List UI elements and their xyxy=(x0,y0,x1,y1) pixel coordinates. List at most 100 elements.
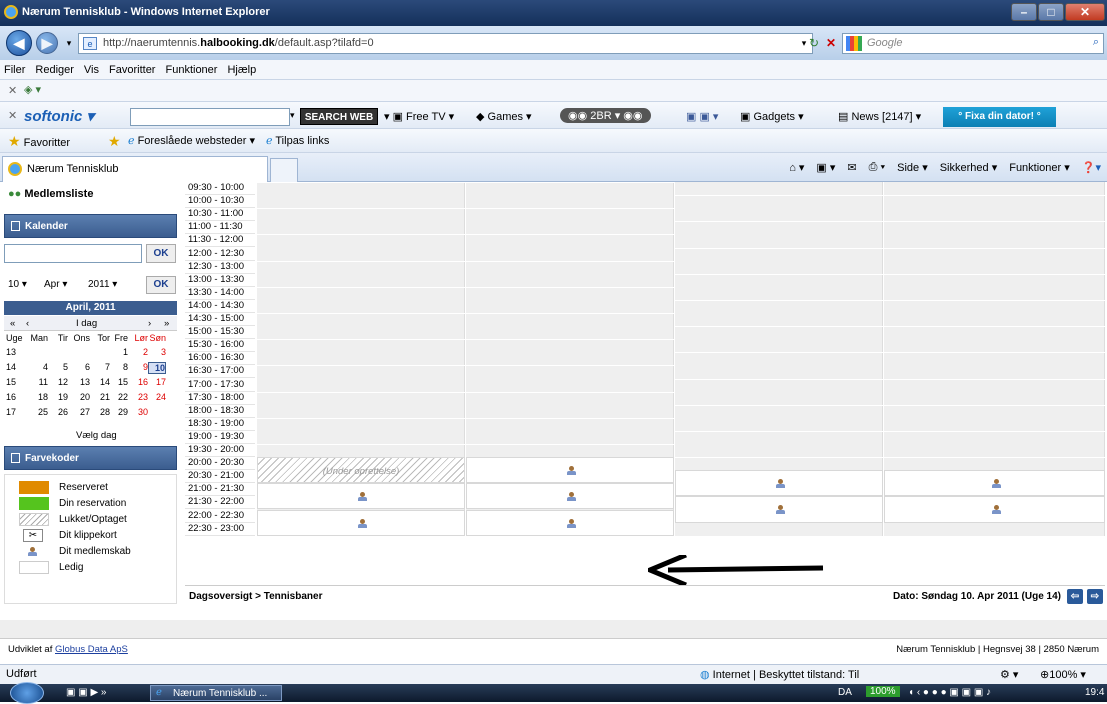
menu-favoritter[interactable]: Favoritter xyxy=(109,64,155,79)
back-button[interactable]: ◀ xyxy=(6,30,32,56)
social-icons[interactable]: ▣ ▣ ▾ xyxy=(686,110,718,123)
close-toolbar-icon[interactable]: ✕ xyxy=(8,84,17,97)
calendar-day[interactable]: 27 xyxy=(68,407,90,417)
search-input[interactable]: Google ⌕ xyxy=(842,33,1104,54)
menu-hjaelp[interactable]: Hjælp xyxy=(227,64,256,79)
next-day-button[interactable]: ⇨ xyxy=(1087,589,1103,604)
calendar-day[interactable]: 10 xyxy=(148,362,166,374)
calendar-day[interactable]: 22 xyxy=(110,392,128,402)
search-icon[interactable]: ⌕ xyxy=(1093,36,1099,49)
zoom-control[interactable]: ⊕100% ▾ xyxy=(1040,668,1086,681)
calendar-day[interactable]: 15 xyxy=(110,377,128,387)
menu-rediger[interactable]: Rediger xyxy=(35,64,74,79)
calendar-day[interactable]: 9 xyxy=(128,362,148,372)
calendar-day[interactable]: 29 xyxy=(110,407,128,417)
member-booking-slot[interactable] xyxy=(466,457,674,484)
calendar-day[interactable]: 4 xyxy=(28,362,48,372)
print-icon[interactable]: ⎙ ▾ xyxy=(869,161,885,174)
new-tab-button[interactable] xyxy=(270,158,298,182)
calendar-day[interactable]: 17 xyxy=(148,377,166,387)
calendar-day[interactable]: 16 xyxy=(128,377,148,387)
month-select[interactable]: Apr ▾ xyxy=(44,279,67,290)
calendar-day[interactable]: 20 xyxy=(68,392,90,402)
protected-mode-icon[interactable]: ⚙ ▾ xyxy=(1000,668,1018,681)
calendar-day[interactable]: 2 xyxy=(128,347,148,357)
radio-player[interactable]: ◉◉ 2BR ▾ ◉◉ xyxy=(560,108,651,123)
day-select[interactable]: 10 ▾ xyxy=(8,279,27,290)
tray-zoom[interactable]: 100% xyxy=(866,686,900,697)
history-dropdown-icon[interactable]: ▾ xyxy=(60,34,78,52)
fixa-button[interactable]: ° Fixa din dator! ° xyxy=(943,107,1056,127)
tray-icons[interactable]: ◖ ‹ ● ● ● ▣ ▣ ▣ ♪ xyxy=(908,687,991,698)
safety-menu[interactable]: Sikkerhed ▾ xyxy=(940,161,998,174)
menu-funktioner[interactable]: Funktioner xyxy=(165,64,217,79)
calendar-day[interactable]: 19 xyxy=(48,392,68,402)
calendar-day[interactable]: 24 xyxy=(148,392,166,402)
member-booking-slot[interactable] xyxy=(257,509,465,536)
calendar-day[interactable]: 7 xyxy=(90,362,110,372)
forward-button[interactable]: ▶ xyxy=(36,32,58,54)
search-web-button[interactable]: SEARCH WEB xyxy=(300,108,378,125)
member-booking-slot[interactable] xyxy=(675,470,883,497)
member-booking-slot[interactable] xyxy=(675,496,883,523)
refresh-icon[interactable]: ↻ xyxy=(805,34,823,52)
addon-icon[interactable]: ◈ ▾ xyxy=(24,83,41,96)
member-booking-slot[interactable] xyxy=(257,483,465,510)
calendar-day[interactable]: 26 xyxy=(48,407,68,417)
mail-icon[interactable]: ✉ xyxy=(847,161,856,174)
close-button[interactable]: ✕ xyxy=(1065,3,1105,21)
calendar-day[interactable]: 18 xyxy=(28,392,48,402)
menu-filer[interactable]: Filer xyxy=(4,64,25,79)
calendar-day[interactable]: 11 xyxy=(28,377,48,387)
menu-vis[interactable]: Vis xyxy=(84,64,99,79)
calendar-day[interactable]: 12 xyxy=(48,377,68,387)
globus-link[interactable]: Globus Data ApS xyxy=(55,644,128,655)
toolbar-search-input[interactable] xyxy=(130,108,290,126)
month-ok-button[interactable]: OK xyxy=(146,276,176,294)
calendar-day[interactable]: 14 xyxy=(90,377,110,387)
taskbar-task[interactable]: ℯ Nærum Tennisklub ... xyxy=(150,685,282,701)
date-ok-button[interactable]: OK xyxy=(146,244,176,263)
next-year-button[interactable]: » xyxy=(164,318,169,329)
start-orb-icon[interactable] xyxy=(10,682,44,704)
calendar-day[interactable]: 3 xyxy=(148,347,166,357)
language-indicator[interactable]: DA xyxy=(838,687,852,698)
member-booking-slot[interactable] xyxy=(466,509,674,536)
prev-year-button[interactable]: « xyxy=(10,318,15,329)
news-button[interactable]: ▤ News [2147] ▾ xyxy=(838,110,921,123)
games-button[interactable]: ◆ Games ▾ xyxy=(476,110,532,123)
rss-icon[interactable]: ▣ ▾ xyxy=(816,161,835,174)
free-tv-button[interactable]: ▾ ▣ Free TV ▾ xyxy=(384,110,454,123)
closed-slot[interactable]: (Under oprettelse) xyxy=(257,457,465,484)
year-select[interactable]: 2011 ▾ xyxy=(88,279,117,290)
member-list-link[interactable]: ●● Medlemsliste xyxy=(8,188,93,200)
home-icon[interactable]: ⌂ ▾ xyxy=(789,161,804,174)
help-icon[interactable]: ❓▾ xyxy=(1082,161,1101,174)
favorites-button[interactable]: ★ Favoritter xyxy=(8,133,70,150)
maximize-button[interactable]: □ xyxy=(1038,3,1064,21)
calendar-day[interactable]: 13 xyxy=(68,377,90,387)
calendar-day[interactable]: 30 xyxy=(128,407,148,417)
prev-month-button[interactable]: ‹ xyxy=(26,318,29,329)
custom-links-link[interactable]: ℯ Tilpas links xyxy=(266,134,329,147)
softonic-logo[interactable]: softonic ▾ xyxy=(24,107,94,125)
search-dropdown-icon[interactable]: ▾ xyxy=(290,110,295,121)
member-booking-slot[interactable] xyxy=(884,496,1105,523)
calendar-header[interactable]: Kalender xyxy=(4,214,177,238)
tools-menu[interactable]: Funktioner ▾ xyxy=(1009,161,1070,174)
calendar-day[interactable]: 6 xyxy=(68,362,90,372)
page-menu[interactable]: Side ▾ xyxy=(897,161,928,174)
quicklaunch-icons[interactable]: ▣ ▣ ▶ » xyxy=(66,687,106,698)
member-booking-slot[interactable] xyxy=(884,470,1105,497)
calendar-day[interactable]: 8 xyxy=(110,362,128,372)
member-booking-slot[interactable] xyxy=(466,483,674,510)
calendar-day[interactable]: 5 xyxy=(48,362,68,372)
calendar-day[interactable]: 23 xyxy=(128,392,148,402)
calendar-day[interactable]: 25 xyxy=(28,407,48,417)
calendar-day[interactable]: 1 xyxy=(110,347,128,357)
minimize-button[interactable]: – xyxy=(1011,3,1037,21)
stop-icon[interactable]: ✕ xyxy=(822,34,840,52)
gadgets-button[interactable]: ▣ Gadgets ▾ xyxy=(740,110,804,123)
date-input[interactable] xyxy=(4,244,142,263)
calendar-day[interactable]: 21 xyxy=(90,392,110,402)
